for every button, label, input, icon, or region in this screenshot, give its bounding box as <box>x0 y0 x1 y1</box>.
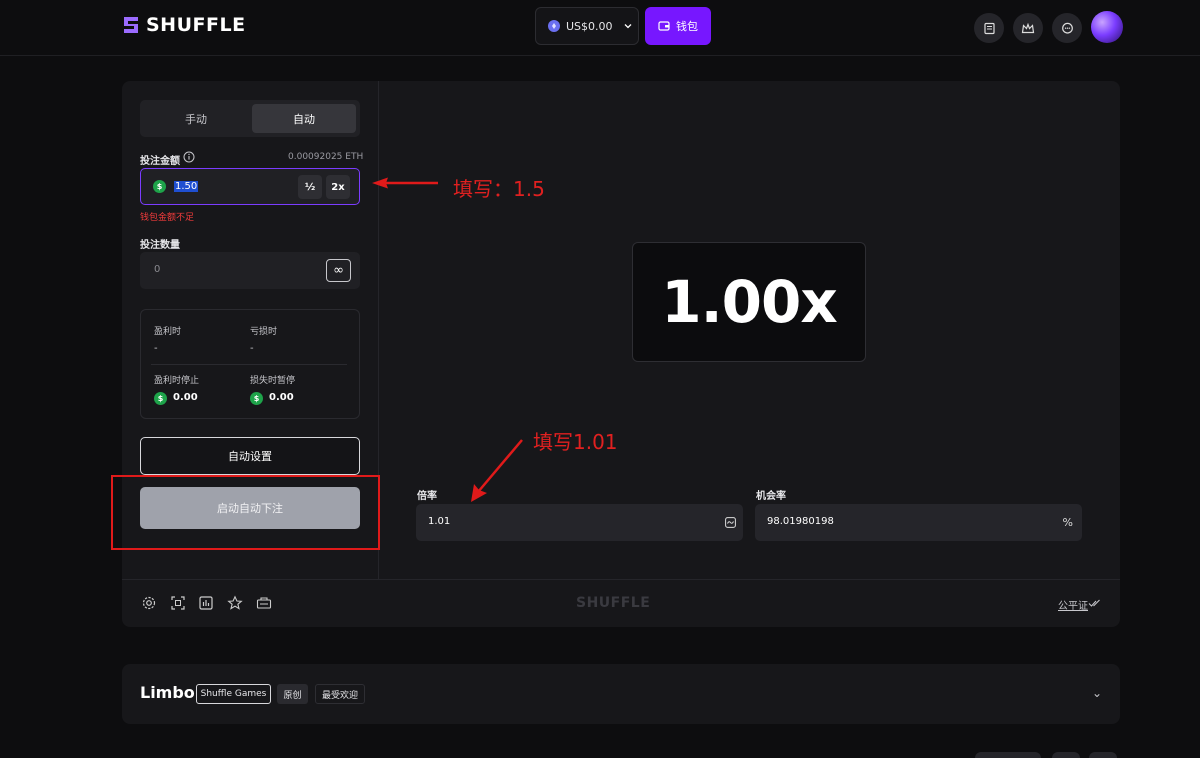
star-icon[interactable] <box>227 595 243 611</box>
shuffle-logo[interactable]: SHUFFLE <box>122 14 246 36</box>
stop-conditions-box: 盈利时 - 亏损时 - 盈利时停止 $ 0.00 损失时暂停 $ 0.00 <box>140 309 360 419</box>
settings-icon[interactable] <box>141 595 157 611</box>
bottom-peek-pill <box>975 752 1041 758</box>
popular-chip[interactable]: 最受欢迎 <box>315 684 365 704</box>
game-title: Limbo <box>140 683 195 702</box>
on-loss-value[interactable]: - <box>250 343 254 354</box>
info-icon[interactable] <box>183 151 195 163</box>
double-bet-button[interactable]: 2x <box>326 175 350 199</box>
receipt-button[interactable] <box>974 13 1004 43</box>
top-navigation-bar: SHUFFLE US$0.00 钱包 <box>0 0 1200 56</box>
half-bet-button[interactable]: ½ <box>298 175 322 199</box>
wallet-button[interactable]: 钱包 <box>645 7 711 45</box>
on-profit-value[interactable]: - <box>154 343 158 354</box>
wallet-icon <box>658 21 670 31</box>
original-chip[interactable]: 原创 <box>277 684 308 704</box>
balance-amount: US$0.00 <box>566 19 613 33</box>
chat-icon <box>1061 22 1073 34</box>
annotation-multiplier-hint: 填写1.01 <box>533 430 618 454</box>
chat-button[interactable] <box>1052 13 1082 43</box>
dollar-coin-icon: $ <box>153 180 166 193</box>
bet-amount-eth: 0.00092025 ETH <box>288 152 364 162</box>
bottom-peek-button <box>1052 752 1080 758</box>
tab-auto[interactable]: 自动 <box>252 104 356 133</box>
pause-on-loss-value[interactable]: 0.00 <box>269 392 294 403</box>
bet-amount-input[interactable]: $ 1.50 ½ 2x <box>140 168 360 205</box>
highlight-box <box>111 475 380 550</box>
bet-amount-value[interactable]: 1.50 <box>174 181 199 192</box>
win-chance-label: 机会率 <box>756 491 786 502</box>
bet-controls-sidebar: 手动 自动 投注金额 0.00092025 ETH $ 1.50 ½ 2x 钱包… <box>111 81 380 579</box>
multiplier-result-display: 1.00x <box>632 242 866 362</box>
auto-settings-button[interactable]: 自动设置 <box>140 437 360 475</box>
dollar-coin-icon: $ <box>154 392 167 405</box>
brand-name: SHUFFLE <box>146 14 246 36</box>
eth-icon <box>548 20 560 32</box>
fullscreen-icon[interactable] <box>170 595 186 611</box>
percent-symbol: % <box>1062 516 1073 529</box>
shuffle-logo-mark-icon <box>124 17 138 33</box>
stop-on-profit-label: 盈利时停止 <box>154 376 200 386</box>
annotation-bet-hint: 填写：1.5 <box>453 177 545 201</box>
multiplier-toggle-icon[interactable] <box>725 517 736 528</box>
game-footer-bar: SHUFFLE 公平证 <box>122 579 1120 627</box>
game-info-bar[interactable]: Limbo Shuffle Games 原创 最受欢迎 ⌄ <box>122 664 1120 724</box>
insufficient-balance-error: 钱包金额不足 <box>140 213 195 223</box>
divider <box>151 364 347 365</box>
annotation-arrow-bet <box>372 177 438 189</box>
user-avatar[interactable] <box>1091 11 1123 43</box>
tab-manual[interactable]: 手动 <box>144 104 248 133</box>
chevron-down-icon <box>624 24 631 29</box>
bet-count-value[interactable]: 0 <box>154 264 160 275</box>
double-check-icon <box>1088 599 1100 607</box>
bet-count-input[interactable]: 0 ∞ <box>140 252 360 289</box>
vip-button[interactable] <box>1013 13 1043 43</box>
dollar-coin-icon: $ <box>250 392 263 405</box>
crown-icon <box>1021 22 1035 33</box>
receipt-icon <box>983 22 995 34</box>
on-loss-label: 亏损时 <box>250 327 278 337</box>
target-multiplier-label: 倍率 <box>417 491 437 502</box>
footer-brand-logo: SHUFFLE <box>576 595 651 611</box>
infinite-bets-button[interactable]: ∞ <box>326 259 351 282</box>
annotation-arrow-multiplier <box>471 439 523 502</box>
bet-mode-tabs: 手动 自动 <box>140 100 360 137</box>
bottom-peek-button <box>1089 752 1117 758</box>
provider-chip[interactable]: Shuffle Games <box>196 684 271 704</box>
target-multiplier-input[interactable]: 1.01 <box>416 504 743 541</box>
provably-fair-link[interactable]: 公平证 <box>1058 597 1088 612</box>
stop-on-profit-value[interactable]: 0.00 <box>173 392 198 403</box>
bet-count-label: 投注数量 <box>140 240 180 251</box>
win-chance-value[interactable]: 98.01980198 <box>767 516 834 527</box>
on-profit-label: 盈利时 <box>154 327 182 337</box>
target-multiplier-value[interactable]: 1.01 <box>428 516 450 527</box>
limbo-game-panel: 手动 自动 投注金额 0.00092025 ETH $ 1.50 ½ 2x 钱包… <box>111 81 1120 627</box>
chevron-down-icon[interactable]: ⌄ <box>1092 686 1102 700</box>
win-chance-input[interactable]: 98.01980198 % <box>755 504 1082 541</box>
wallet-label: 钱包 <box>676 20 698 33</box>
stats-icon[interactable] <box>198 595 214 611</box>
pause-on-loss-label: 损失时暂停 <box>250 376 296 386</box>
balance-selector[interactable]: US$0.00 <box>535 7 639 45</box>
keyboard-icon[interactable] <box>256 595 272 611</box>
bet-amount-label: 投注金额 <box>140 156 180 167</box>
